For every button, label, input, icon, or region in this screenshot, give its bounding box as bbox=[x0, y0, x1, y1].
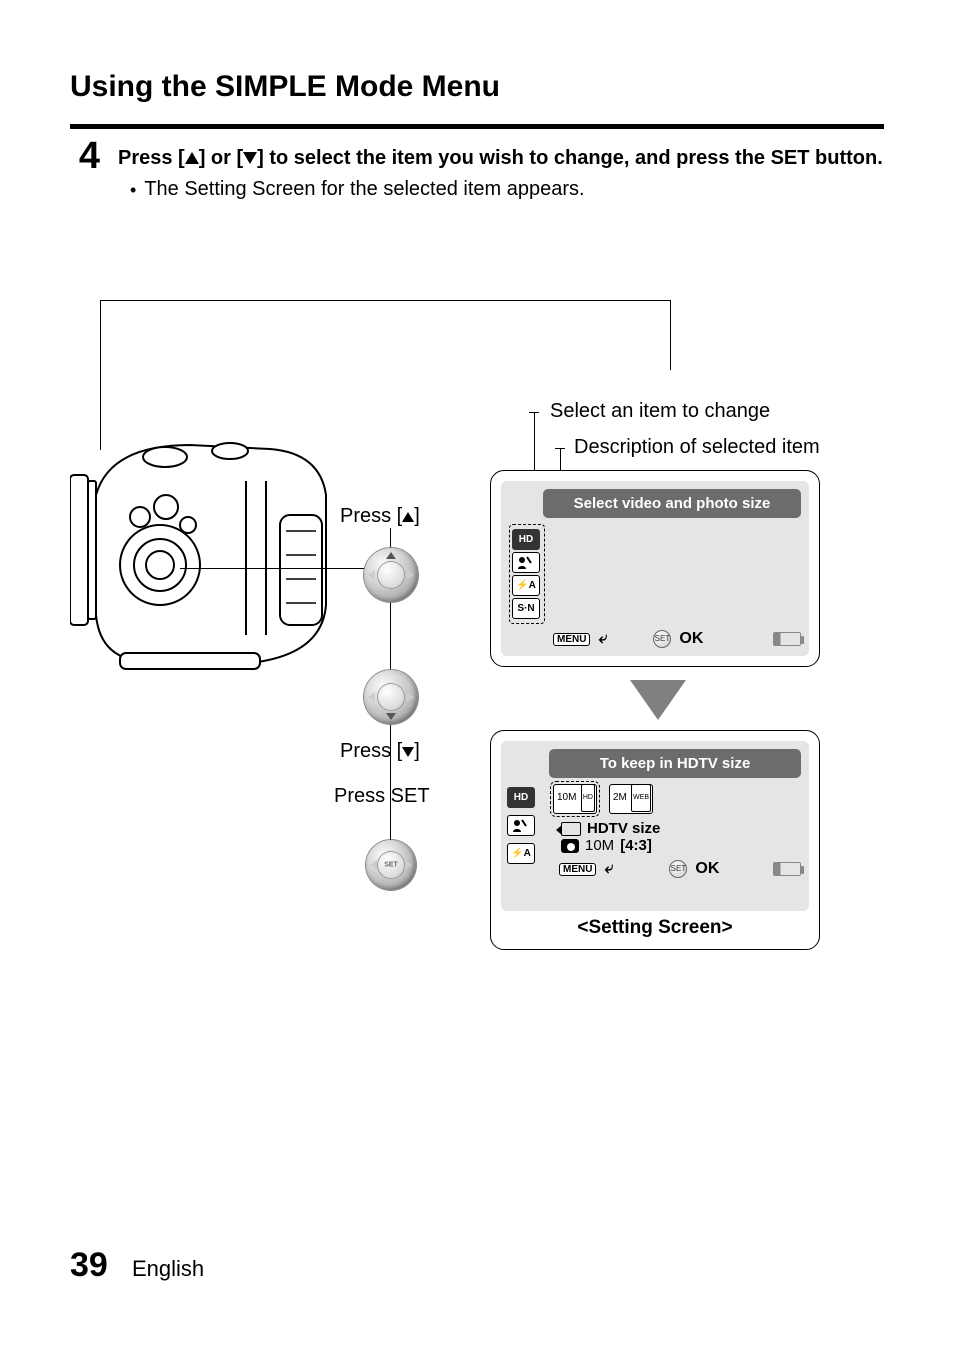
screen2-tabs: HD ⚡A bbox=[507, 785, 535, 866]
video-icon bbox=[561, 822, 581, 836]
thumb-10m: 10M HD bbox=[553, 784, 597, 814]
menu-screen-2: To keep in HDTV size HD ⚡A 10M HD 2M bbox=[490, 730, 820, 950]
set-badge-icon: SET bbox=[669, 860, 687, 878]
camera-illustration bbox=[70, 435, 340, 695]
screen1-options: HD ⚡A S·N bbox=[509, 524, 545, 624]
setting-screen-caption: <Setting Screen> bbox=[501, 917, 809, 939]
aspect-text: [4:3] bbox=[620, 837, 652, 854]
screen1-banner: Select video and photo size bbox=[543, 489, 801, 518]
screen1-bottom-row: MENU ⤶ SET OK bbox=[553, 630, 801, 648]
dpad-up-control bbox=[364, 548, 418, 602]
bullet-text: The Setting Screen for the selected item… bbox=[144, 178, 584, 203]
down-arrow-icon bbox=[630, 680, 686, 720]
lead-line bbox=[100, 300, 101, 450]
lead-line bbox=[390, 528, 391, 542]
press-up-label: Press [] bbox=[340, 505, 420, 528]
step-number: 4 bbox=[70, 137, 100, 175]
opt-sn-icon: S·N bbox=[512, 598, 540, 619]
opt-portrait-icon bbox=[512, 552, 540, 573]
battery-icon bbox=[773, 632, 801, 646]
bullet-dot-icon: • bbox=[130, 178, 136, 203]
ok-label: OK bbox=[695, 860, 719, 878]
up-triangle-icon bbox=[402, 512, 414, 522]
lead-line bbox=[670, 300, 671, 370]
opt-hd-icon: HD bbox=[512, 529, 540, 550]
lead-line bbox=[100, 300, 670, 301]
dpad-down-control bbox=[364, 670, 418, 724]
lead-tick bbox=[529, 412, 539, 413]
step-instruction: Press [ ] or [ ] to select the item you wi… bbox=[118, 145, 884, 172]
set-button-control: SET bbox=[366, 840, 416, 890]
step-row: 4 Press [ ] or [ ] to select the item you … bbox=[70, 137, 884, 203]
thumb-2m: 2M WEB bbox=[609, 784, 653, 814]
down-triangle-icon bbox=[243, 152, 257, 164]
tab-portrait-icon bbox=[507, 815, 535, 836]
diagram: Press [] Press [] Press SET SET Select a… bbox=[70, 300, 884, 1000]
title-rule bbox=[70, 124, 884, 129]
menu-screen-1: Select video and photo size HD ⚡A S·N ME… bbox=[490, 470, 820, 667]
press-down-label: Press [] bbox=[340, 740, 420, 763]
description-callout: Description of selected item bbox=[574, 436, 820, 459]
tab-flash-icon: ⚡A bbox=[507, 843, 535, 864]
page-number: 39 bbox=[70, 1246, 108, 1284]
screen2-banner: To keep in HDTV size bbox=[549, 749, 801, 778]
camera-icon bbox=[561, 839, 579, 853]
press-set-label: Press SET bbox=[334, 785, 430, 808]
instr-post: ] to select the item you wish to change,… bbox=[257, 147, 883, 169]
menu-badge-icon: MENU bbox=[553, 633, 590, 646]
footer-language: English bbox=[132, 1256, 204, 1281]
opt-flash-icon: ⚡A bbox=[512, 575, 540, 596]
screen2-bottom-row: MENU ⤶ SET OK bbox=[559, 860, 801, 878]
menu-badge-icon: MENU bbox=[559, 863, 596, 876]
set-badge-icon: SET bbox=[653, 630, 671, 648]
battery-icon bbox=[773, 862, 801, 876]
hdtv-size-text: HDTV size bbox=[587, 820, 660, 837]
instr-mid: ] or [ bbox=[199, 147, 243, 169]
lead-line bbox=[180, 568, 390, 569]
lead-tick bbox=[555, 448, 565, 449]
return-arrow-icon: ⤶ bbox=[604, 860, 613, 878]
screen2-info: HDTV size 10M [4:3] bbox=[561, 820, 801, 854]
tab-hd-icon: HD bbox=[507, 787, 535, 808]
res-text: 10M bbox=[585, 837, 614, 854]
lead-line bbox=[390, 808, 391, 840]
ok-label: OK bbox=[679, 630, 703, 648]
instr-pre: Press [ bbox=[118, 147, 185, 169]
return-arrow-icon: ⤶ bbox=[598, 630, 607, 648]
step-bullet: • The Setting Screen for the selected it… bbox=[118, 178, 884, 203]
up-triangle-icon bbox=[185, 152, 199, 164]
down-triangle-icon bbox=[402, 747, 414, 757]
page-title: Using the SIMPLE Mode Menu bbox=[70, 70, 884, 104]
page-footer: 39 English bbox=[70, 1246, 204, 1285]
select-item-callout: Select an item to change bbox=[550, 400, 770, 423]
